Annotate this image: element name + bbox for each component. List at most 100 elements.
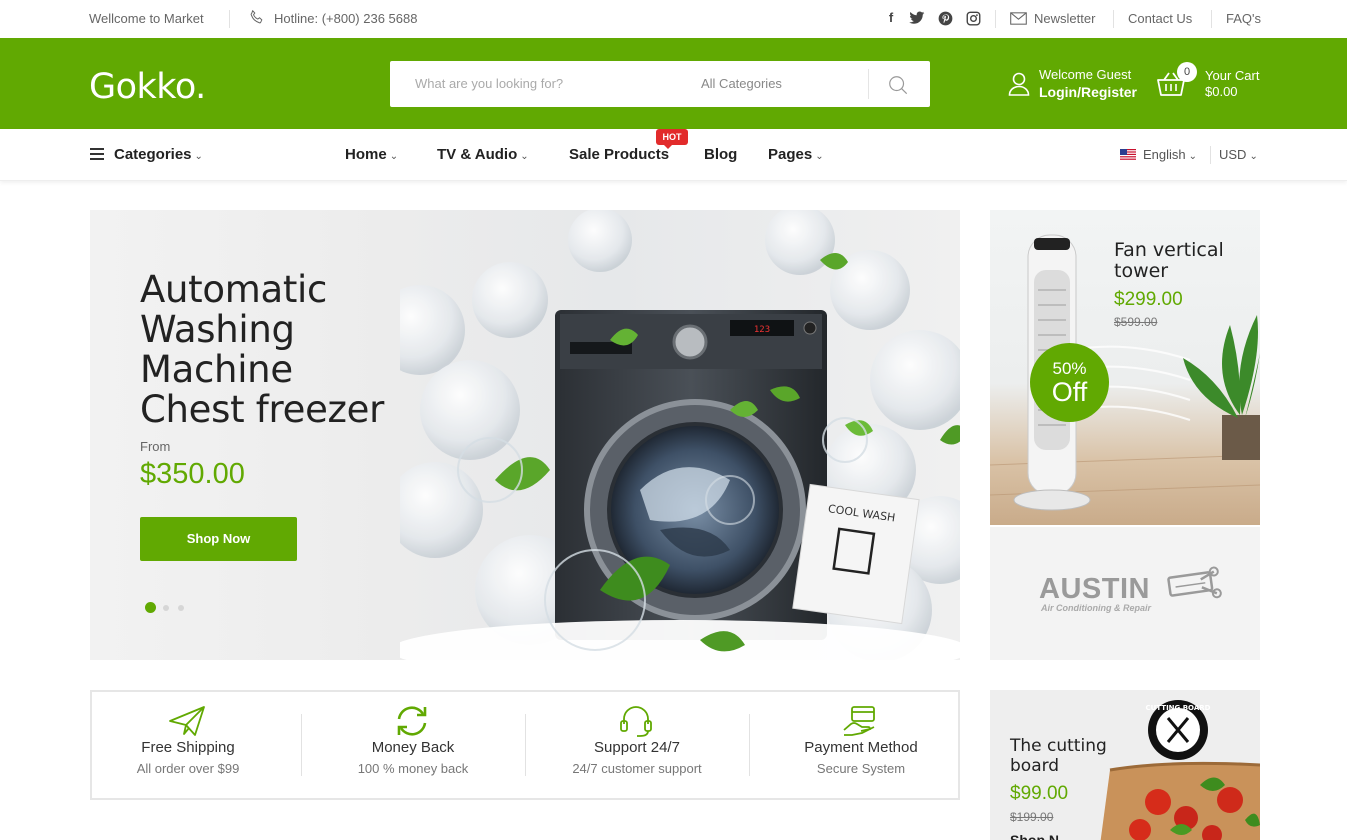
chevron-down-icon: ⌄ [520,151,529,162]
nav-sale-products[interactable]: Sale Products [569,146,669,163]
newsletter-link[interactable]: Newsletter [1034,11,1095,26]
board-title-line: The cutting [1010,736,1107,756]
categories-label: Categories [114,146,192,163]
austin-brand-banner[interactable]: AUSTIN Air Conditioning & Repair [990,527,1260,660]
divider [229,10,230,28]
main-nav: Categories ⌄ Home ⌄ TV & Audio ⌄ Sale Produ… [0,129,1347,181]
language-label: English [1143,147,1186,162]
feature-subtitle: 24/7 customer support [572,761,702,776]
fan-promo-banner[interactable]: Fan vertical tower $299.00 $599.00 50% O… [990,210,1260,525]
us-flag-icon [1120,149,1136,160]
cutting-board-banner[interactable]: CUTTING BOARD The cutting board $99.00 $… [990,690,1260,840]
paper-plane-icon [169,706,205,736]
nav-pages-label: Pages [768,146,813,163]
chevron-down-icon: ⌄ [389,151,399,162]
fan-old-price: $599.00 [1114,315,1158,329]
board-old-price: $199.00 [1010,810,1054,824]
search-input[interactable]: What are you looking for? [415,76,563,91]
instagram-icon[interactable] [966,11,981,26]
air-conditioner-icon [1167,566,1222,599]
slider-dots [145,599,193,617]
category-select[interactable]: All Categories [701,76,782,91]
pinterest-icon[interactable] [938,11,953,26]
hero-title-line: Machine [140,348,293,391]
envelope-icon [1010,12,1027,25]
phone-icon [250,9,263,24]
currency-select[interactable]: USD ⌄ [1219,147,1258,162]
slider-dot[interactable] [163,604,169,611]
hamburger-icon [90,148,104,160]
search-button[interactable] [869,61,930,107]
headset-icon [620,706,652,737]
shop-now-button[interactable]: Shop Now [140,517,297,561]
hero-title-line: Automatic [140,268,328,311]
discount-off: Off [1051,377,1088,407]
divider [749,714,750,776]
feature-subtitle: All order over $99 [136,761,240,776]
chevron-down-icon: ⌄ [1249,151,1258,162]
nav-home-label: Home [345,146,387,163]
panel-display: 123 [754,325,770,335]
nav-home[interactable]: Home ⌄ [345,146,398,163]
hero-price: $350.00 [140,458,245,490]
cart-label[interactable]: Your Cart [1205,68,1259,83]
cart-total: $0.00 [1205,84,1238,99]
seal-text: CUTTING BOARD [1146,704,1211,712]
feature-title: Support 24/7 [594,739,680,756]
hero-slider: 123 COOL WASH Automatic Washing Machine … [90,210,960,660]
currency-label: USD [1219,147,1247,162]
divider [1211,10,1212,28]
faq-link[interactable]: FAQ's [1226,11,1261,26]
washing-machine-image: 123 COOL WASH [400,210,960,660]
discount-percent: 50% [1052,359,1087,378]
feature-title: Money Back [371,739,455,756]
nav-tv-audio-label: TV & Audio [437,146,518,163]
hero-title: Automatic Washing Machine Chest freezer [140,270,384,430]
language-select[interactable]: English ⌄ [1143,147,1197,162]
feature-money-back: Money Back 100 % money back [308,692,518,798]
nav-pages[interactable]: Pages ⌄ [768,146,824,163]
divider [525,714,526,776]
board-shop-link[interactable]: Shop N [1010,832,1059,840]
top-bar: Wellcome to Market Hotline: (+800) 236 5… [0,0,1347,38]
nav-blog[interactable]: Blog [704,146,737,163]
divider [301,714,302,776]
hot-badge: HOT [656,129,688,149]
chevron-down-icon: ⌄ [1188,151,1198,162]
main-header: Gokko. What are you looking for? All Cat… [0,38,1347,129]
divider [1210,146,1211,164]
feature-subtitle: 100 % money back [357,761,469,776]
board-price: $99.00 [1010,783,1069,804]
feature-free-shipping: Free Shipping All order over $99 [83,692,293,798]
hero-title-line: Chest freezer [140,388,385,431]
payment-card-icon [843,706,875,736]
chevron-down-icon: ⌄ [194,151,203,162]
search-icon [889,76,908,95]
hero-from-label: From [140,439,171,454]
nav-tv-audio[interactable]: TV & Audio ⌄ [437,146,529,163]
fan-title-line: Fan vertical [1114,239,1224,261]
categories-menu[interactable]: Categories ⌄ [114,146,203,163]
facebook-icon[interactable]: f [883,10,899,26]
contact-us-link[interactable]: Contact Us [1128,11,1192,26]
fan-title: Fan vertical tower [1114,240,1224,282]
feature-support: Support 24/7 24/7 customer support [532,692,742,798]
chevron-down-icon: ⌄ [815,151,824,162]
hero-title-line: Washing [140,308,295,351]
feature-title: Payment Method [804,739,918,756]
fan-price: $299.00 [1114,289,1183,310]
login-register-link[interactable]: Login/Register [1039,84,1137,100]
hotline[interactable]: Hotline: (+800) 236 5688 [274,11,417,26]
features-bar: Free Shipping All order over $99 Money B… [90,690,960,800]
search-bar: What are you looking for? All Categories [390,61,930,107]
board-title-line: board [1010,756,1060,776]
site-logo[interactable]: Gokko. [89,67,206,107]
feature-title: Free Shipping [141,739,235,756]
welcome-message: Wellcome to Market [89,11,204,26]
divider [1113,10,1114,28]
user-icon[interactable] [1008,72,1030,96]
slider-dot[interactable] [145,602,156,614]
slider-dot[interactable] [178,604,184,611]
twitter-icon[interactable] [909,11,925,25]
feature-subtitle: Secure System [816,761,906,776]
